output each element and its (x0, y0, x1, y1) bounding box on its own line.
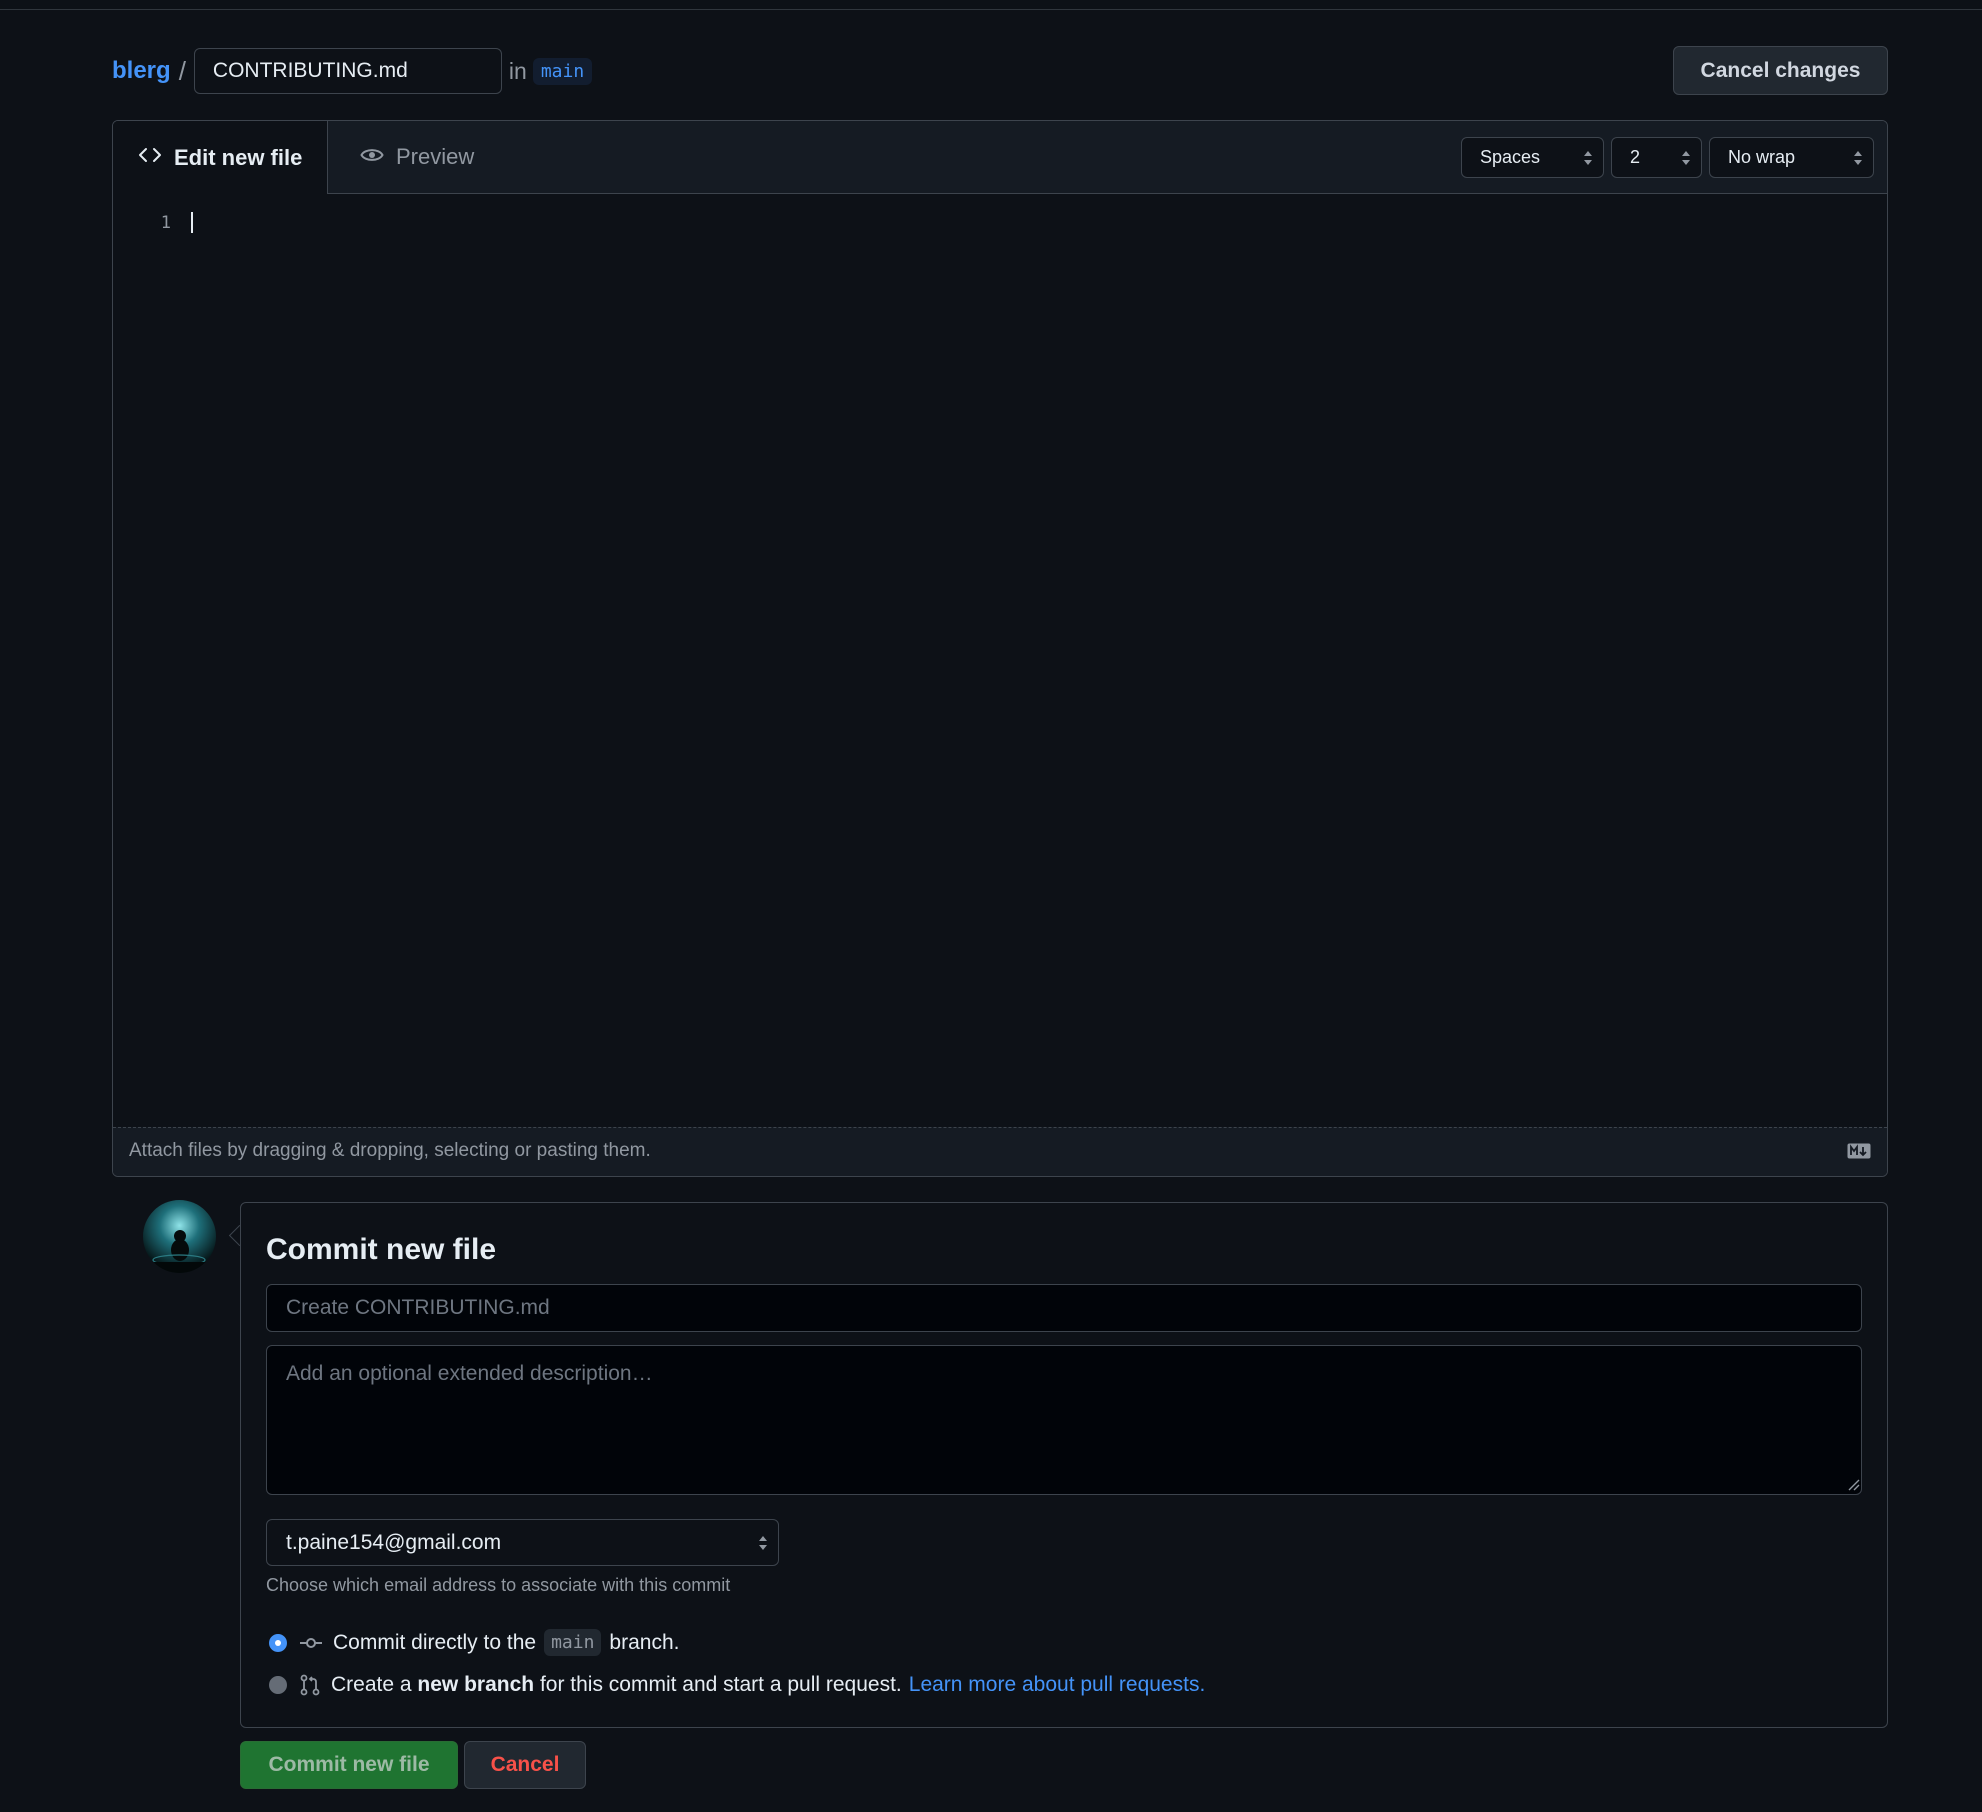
repo-link[interactable]: blerg (112, 57, 171, 85)
commit-new-file-button[interactable]: Commit new file (240, 1741, 458, 1789)
code-editor-area[interactable] (191, 194, 1887, 1052)
commit-email-help: Choose which email address to associate … (266, 1575, 731, 1595)
attach-hint: Attach files by dragging & dropping, sel… (129, 1140, 651, 1161)
breadcrumb-separator: / (178, 55, 186, 86)
breadcrumb: blerg / in main (112, 46, 593, 96)
commit-panel: Commit new file t.paine154@gmail.com Cho… (240, 1202, 1888, 1728)
commit-description-input[interactable] (266, 1345, 1862, 1495)
wrap-mode-select[interactable]: No wrap (1709, 137, 1874, 178)
resize-handle-icon[interactable] (1846, 1477, 1860, 1491)
tab-preview-label: Preview (396, 144, 475, 169)
commit-new-branch-bold: new branch (417, 1673, 535, 1696)
tab-edit-new-file[interactable]: Edit new file (113, 121, 328, 194)
filename-input[interactable] (193, 48, 502, 94)
tab-edit-label: Edit new file (174, 144, 303, 170)
text-cursor (191, 212, 193, 233)
select-arrows-icon (1681, 148, 1691, 168)
avatar (143, 1200, 216, 1273)
commit-direct-option[interactable]: Commit directly to the main branch. (269, 1629, 679, 1656)
indent-mode-value: Spaces (1480, 147, 1541, 167)
in-label: in (508, 57, 527, 84)
cancel-button[interactable]: Cancel (464, 1741, 586, 1789)
git-commit-icon (299, 1635, 323, 1651)
commit-new-branch-suffix: for this commit and start a pull request… (539, 1673, 902, 1696)
markdown-icon (1847, 1143, 1871, 1164)
commit-email-value: t.paine154@gmail.com (286, 1530, 502, 1554)
select-arrows-icon (758, 1533, 768, 1559)
attach-files-bar[interactable]: Attach files by dragging & dropping, sel… (113, 1127, 1887, 1176)
code-icon (138, 147, 162, 168)
commit-direct-branch: main (544, 1629, 602, 1656)
commit-email-select[interactable]: t.paine154@gmail.com (266, 1519, 779, 1566)
commit-direct-radio[interactable] (269, 1633, 287, 1652)
select-arrows-icon (1853, 148, 1863, 168)
indent-size-select[interactable]: 2 (1611, 137, 1702, 178)
editor-toolbar: Edit new file Preview Spaces 2 No wrap (113, 121, 1887, 194)
tab-preview[interactable]: Preview (360, 121, 474, 193)
file-editor: Edit new file Preview Spaces 2 No wrap 1… (112, 120, 1888, 1177)
commit-new-branch-prefix: Create a (331, 1673, 412, 1696)
commit-direct-prefix: Commit directly to the (333, 1630, 537, 1654)
top-divider (0, 9, 1982, 10)
eye-icon (360, 146, 384, 169)
learn-more-pull-requests-link[interactable]: Learn more about pull requests. (909, 1673, 1206, 1697)
commit-direct-suffix: branch. (609, 1630, 680, 1654)
commit-new-branch-radio[interactable] (269, 1676, 287, 1694)
commit-message-input[interactable] (266, 1284, 1862, 1332)
commit-title: Commit new file (266, 1233, 497, 1266)
branch-badge: main (532, 57, 593, 85)
line-number: 1 (160, 213, 171, 233)
git-pull-request-icon (299, 1674, 321, 1696)
cancel-changes-button[interactable]: Cancel changes (1673, 46, 1888, 95)
indent-mode-select[interactable]: Spaces (1461, 137, 1604, 178)
commit-new-branch-option[interactable]: Create a new branch for this commit and … (269, 1673, 1205, 1697)
indent-size-value: 2 (1630, 147, 1641, 167)
select-arrows-icon (1583, 148, 1593, 168)
wrap-mode-value: No wrap (1728, 147, 1796, 167)
